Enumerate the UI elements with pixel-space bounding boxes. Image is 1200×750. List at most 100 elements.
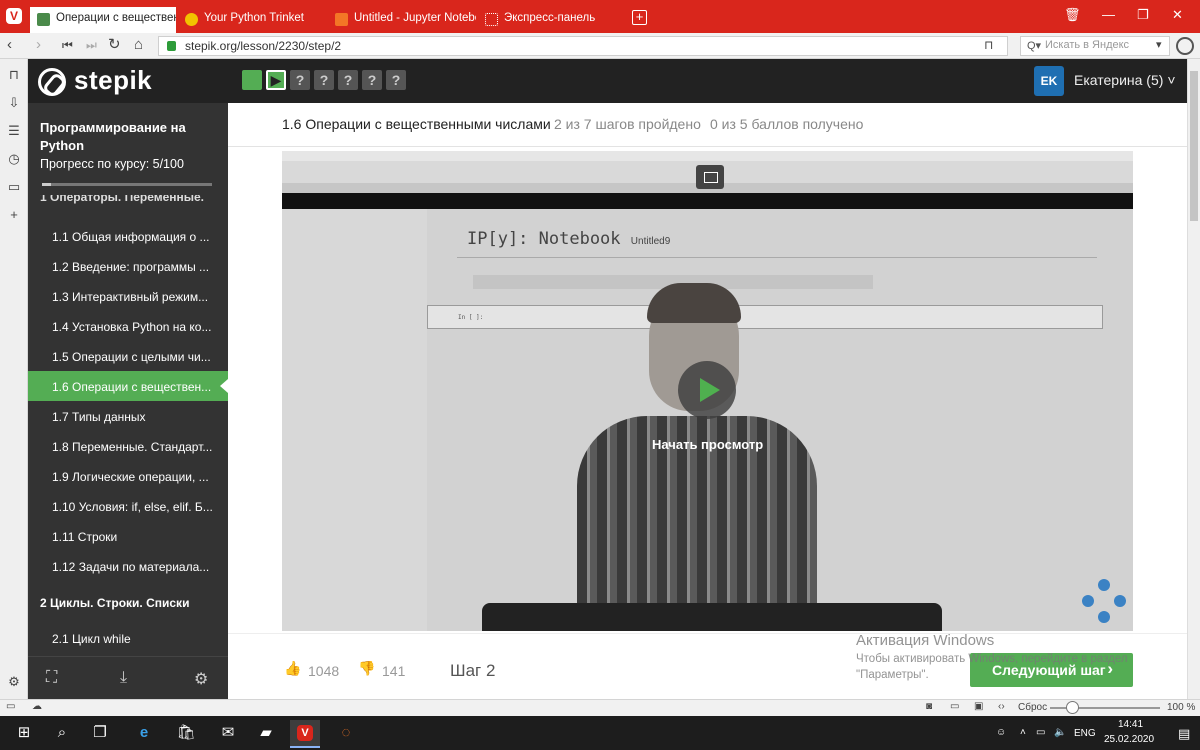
download-icon[interactable]: ⤓ xyxy=(120,669,127,687)
back-icon[interactable]: ‹ xyxy=(7,37,12,53)
lesson-item[interactable]: 1.9 Логические операции, ... xyxy=(28,461,228,491)
images-icon[interactable]: ▣ xyxy=(974,701,983,712)
forward-icon[interactable]: › xyxy=(36,37,41,53)
store-icon[interactable]: 🛍 xyxy=(176,723,196,743)
avatar[interactable]: EK xyxy=(1034,66,1064,96)
chevron-down-icon[interactable]: ▾ xyxy=(1156,37,1162,53)
reload-icon[interactable]: ↻ xyxy=(108,37,121,53)
tab-speed-dial[interactable]: Экспресс-панель xyxy=(478,7,626,33)
picture-in-picture-icon[interactable] xyxy=(696,165,724,189)
file-explorer-icon[interactable]: ▰ xyxy=(256,723,276,743)
stepik-logo-text[interactable]: stepik xyxy=(74,65,152,96)
vivaldi-taskbar-button[interactable]: V xyxy=(290,720,320,748)
language-indicator[interactable]: ENG xyxy=(1074,728,1096,739)
module-1-title[interactable]: 1 Операторы. Переменные. xyxy=(40,195,220,205)
clock-time[interactable]: 14:41 xyxy=(1118,719,1143,730)
new-tab-button[interactable]: + xyxy=(632,10,647,25)
lesson-item[interactable]: 1.5 Операции с целыми чи... xyxy=(28,341,228,371)
notes-icon[interactable]: ☰ xyxy=(6,123,22,139)
lesson-item[interactable]: 1.11 Строки xyxy=(28,521,228,551)
tab-trinket[interactable]: Your Python Trinket xyxy=(178,7,326,33)
zoom-reset-label[interactable]: Сброс xyxy=(1018,702,1047,713)
windows-activation-title: Активация Windows xyxy=(856,632,995,649)
search-field[interactable]: Q▾ Искать в Яндекс xyxy=(1020,36,1170,56)
step-2-indicator[interactable]: ▶ xyxy=(266,70,286,90)
zoom-slider-handle[interactable] xyxy=(1066,701,1079,714)
code-icon[interactable]: ‹› xyxy=(998,701,1005,712)
bookmarks-panel-icon[interactable]: ⊓ xyxy=(6,67,22,83)
lesson-item[interactable]: 1.3 Интерактивный режим... xyxy=(28,281,228,311)
page-scrollbar[interactable] xyxy=(1187,59,1200,699)
video-player[interactable]: IP[y]: Notebook Untitled9 In [ ]: Начать… xyxy=(282,151,1133,631)
step-4-indicator[interactable]: ? xyxy=(314,70,334,90)
steps-progress: 2 из 7 шагов пройдено xyxy=(554,116,701,132)
progress-fill xyxy=(42,183,51,186)
notifications-icon[interactable]: ▤ xyxy=(1178,726,1190,742)
add-panel-icon[interactable]: + xyxy=(6,207,22,223)
mail-icon[interactable]: ✉ xyxy=(218,723,238,743)
lesson-item[interactable]: 1.4 Установка Python на ко... xyxy=(28,311,228,341)
thumbs-down-icon[interactable]: 👎 xyxy=(358,660,375,676)
tile-icon[interactable]: ▭ xyxy=(950,701,959,712)
task-view-icon[interactable]: ❐ xyxy=(90,723,110,743)
step-7-indicator[interactable]: ? xyxy=(386,70,406,90)
fast-forward-icon[interactable]: ⏭ xyxy=(86,37,97,53)
fullscreen-dot-right xyxy=(1114,595,1126,607)
url-field[interactable]: stepik.org/lesson/2230/step/2 xyxy=(158,36,1008,56)
rewind-icon[interactable]: ⏮ xyxy=(62,37,73,53)
lesson-item[interactable]: 1.7 Типы данных xyxy=(28,401,228,431)
close-icon[interactable]: ✕ xyxy=(1172,7,1183,23)
step-3-indicator[interactable]: ? xyxy=(290,70,310,90)
user-menu[interactable]: Екатерина (5) ˅ xyxy=(1074,72,1176,88)
tray-chevron-up-icon[interactable]: ˄ xyxy=(1020,727,1026,738)
step-6-indicator[interactable]: ? xyxy=(362,70,382,90)
vivaldi-icon: V xyxy=(297,725,313,741)
stepik-logo-icon[interactable] xyxy=(38,68,66,96)
restore-icon[interactable]: ❐ xyxy=(1137,7,1149,23)
minimize-icon[interactable]: — xyxy=(1102,7,1115,22)
step-5-indicator[interactable]: ? xyxy=(338,70,358,90)
module-2-title[interactable]: 2 Циклы. Строки. Списки xyxy=(40,596,189,610)
downloads-icon[interactable]: ⇩ xyxy=(6,95,22,111)
profile-icon[interactable] xyxy=(1176,37,1194,55)
trash-icon[interactable]: 🗑 xyxy=(1064,7,1081,23)
presenter-laptop xyxy=(482,603,942,631)
play-icon[interactable] xyxy=(678,361,736,419)
clock-date[interactable]: 25.02.2020 xyxy=(1104,734,1154,745)
video-mac-menubar xyxy=(282,151,1133,161)
thumbs-up-icon[interactable]: 👍 xyxy=(284,660,301,676)
lesson-item[interactable]: 1.6 Операции с веществен... xyxy=(28,371,228,401)
settings-gear-icon[interactable]: ⚙ xyxy=(6,674,22,690)
windows-start-icon[interactable]: ⊞ xyxy=(14,723,34,743)
jupyter-icon[interactable]: ◌ xyxy=(336,723,356,743)
tab-jupyter[interactable]: Untitled - Jupyter Notebook xyxy=(328,7,476,33)
search-icon[interactable]: ⌕ xyxy=(52,723,72,743)
expand-icon[interactable]: ⛶ xyxy=(46,669,57,687)
tab-active[interactable]: Операции с вещественны xyxy=(30,7,176,33)
network-icon[interactable]: ▭ xyxy=(1036,727,1045,738)
lesson-item[interactable]: 1.12 Задачи по материала... xyxy=(28,551,228,581)
tray-people-icon[interactable]: ☺ xyxy=(996,727,1006,738)
lesson-item[interactable]: 1.1 Общая информация о ... xyxy=(28,221,228,251)
lesson-item-2-1[interactable]: 2.1 Цикл while xyxy=(28,623,228,653)
cloud-sync-icon[interactable]: ☁ xyxy=(32,701,42,712)
lesson-item[interactable]: 1.10 Условия: if, else, elif. Б... xyxy=(28,491,228,521)
course-title[interactable]: Программирование на Python xyxy=(40,119,220,155)
lesson-item[interactable]: 1.8 Переменные. Стандарт... xyxy=(28,431,228,461)
fullscreen-icon[interactable] xyxy=(1082,579,1126,623)
panel-toggle-icon[interactable]: ▭ xyxy=(6,701,15,712)
volume-icon[interactable]: 🔈 xyxy=(1054,727,1066,738)
vivaldi-menu-icon[interactable]: V xyxy=(6,8,22,24)
capture-icon[interactable]: ◙ xyxy=(926,701,932,712)
play-label[interactable]: Начать просмотр xyxy=(652,437,763,452)
bookmark-icon[interactable]: ⊓ xyxy=(984,37,993,53)
home-icon[interactable]: ⌂ xyxy=(134,37,143,53)
step-1-indicator[interactable] xyxy=(242,70,262,90)
lesson-item[interactable]: 1.2 Введение: программы ... xyxy=(28,251,228,281)
scrollbar-thumb[interactable] xyxy=(1190,71,1198,221)
edge-icon[interactable]: e xyxy=(134,723,154,743)
history-icon[interactable]: ◷ xyxy=(6,151,22,167)
search-engine-icon[interactable]: Q▾ xyxy=(1027,39,1041,52)
window-panel-icon[interactable]: ▭ xyxy=(6,179,22,195)
settings-gear-icon[interactable]: ⚙ xyxy=(194,669,208,689)
